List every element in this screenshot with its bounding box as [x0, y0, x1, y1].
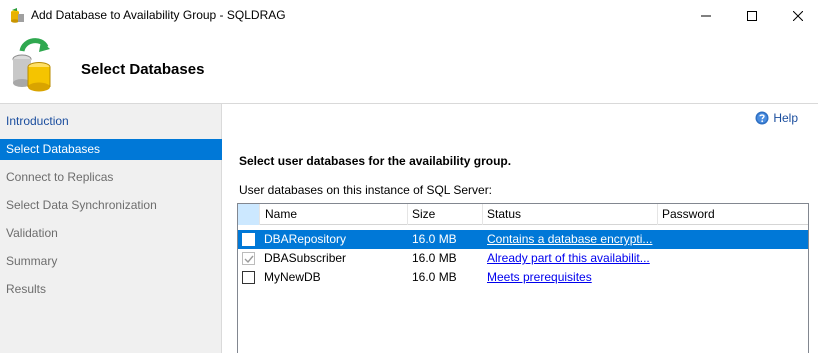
- column-header-size[interactable]: Size: [408, 204, 483, 225]
- maximize-button[interactable]: [729, 0, 775, 31]
- database-size: 16.0 MB: [412, 270, 457, 284]
- nav-item-select-data-synchronization: Select Data Synchronization: [6, 198, 157, 212]
- table-row[interactable]: DBASubscriber 16.0 MB Already part of th…: [238, 249, 808, 268]
- status-link[interactable]: Contains a database encrypti...: [487, 232, 652, 246]
- grid-label: User databases on this instance of SQL S…: [239, 183, 493, 197]
- instruction-text: Select user databases for the availabili…: [239, 154, 512, 168]
- nav-item-select-databases[interactable]: Select Databases: [0, 139, 222, 160]
- nav-item-introduction[interactable]: Introduction: [0, 111, 222, 132]
- page-title: Select Databases: [81, 61, 205, 78]
- column-header-password[interactable]: Password: [658, 204, 808, 225]
- column-header-status[interactable]: Status: [483, 204, 658, 225]
- table-row[interactable]: DBARepository 16.0 MB Contains a databas…: [238, 230, 808, 249]
- wizard-header: Select Databases: [0, 31, 818, 104]
- nav-item-results: Results: [6, 282, 47, 296]
- nav-item-summary: Summary: [6, 254, 58, 268]
- status-link[interactable]: Meets prerequisites: [487, 270, 592, 284]
- checkmark-icon: [244, 255, 254, 264]
- database-refresh-icon: [12, 38, 51, 92]
- column-header-name[interactable]: Name: [260, 204, 408, 225]
- close-icon: [793, 10, 803, 21]
- help-icon: [755, 111, 769, 125]
- status-cell: Contains a database encrypti...: [483, 230, 658, 249]
- minimize-button[interactable]: [683, 0, 729, 31]
- grid-header: Name Size Status Password: [238, 204, 808, 225]
- row-checkbox[interactable]: [242, 233, 255, 246]
- password-cell[interactable]: [658, 230, 808, 249]
- maximize-icon: [747, 10, 757, 21]
- database-size: 16.0 MB: [412, 251, 457, 265]
- nav-item-connect-to-replicas: Connect to Replicas: [6, 170, 114, 184]
- close-button[interactable]: [775, 0, 818, 31]
- main-content: Help Select user databases for the avail…: [223, 104, 818, 353]
- select-all-column-header[interactable]: [238, 204, 260, 225]
- minimize-icon: [701, 15, 711, 16]
- database-size: 16.0 MB: [412, 232, 457, 246]
- database-name: DBASubscriber: [264, 251, 347, 265]
- status-cell: Already part of this availabilit...: [483, 249, 658, 268]
- database-name: DBARepository: [264, 232, 347, 246]
- row-checkbox: [242, 252, 255, 265]
- password-cell[interactable]: [658, 249, 808, 268]
- databases-grid: Name Size Status Password DBARepository …: [237, 203, 809, 353]
- password-cell[interactable]: [658, 268, 808, 287]
- help-link[interactable]: Help: [755, 111, 798, 125]
- window-title: Add Database to Availability Group - SQL…: [31, 8, 286, 22]
- database-name: MyNewDB: [264, 270, 321, 284]
- title-bar: Add Database to Availability Group - SQL…: [0, 0, 818, 31]
- status-cell: Meets prerequisites: [483, 268, 658, 287]
- wizard-nav: Introduction Select Databases Connect to…: [0, 104, 222, 353]
- nav-item-validation: Validation: [6, 226, 58, 240]
- sql-app-icon: [11, 8, 24, 23]
- status-link[interactable]: Already part of this availabilit...: [487, 251, 650, 265]
- row-checkbox[interactable]: [242, 271, 255, 284]
- table-row[interactable]: MyNewDB 16.0 MB Meets prerequisites: [238, 268, 808, 287]
- help-label: Help: [773, 111, 798, 125]
